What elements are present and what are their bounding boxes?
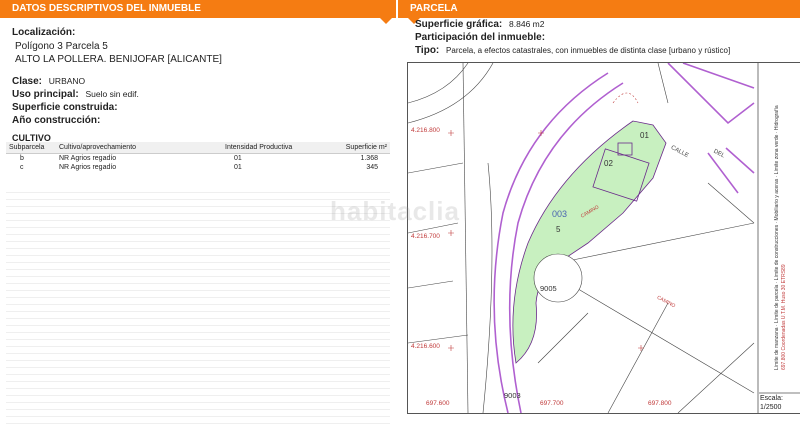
clase-value: URBANO bbox=[48, 76, 86, 86]
tipo-label: Tipo: bbox=[415, 45, 440, 56]
col-superficie: Superficie m² bbox=[328, 142, 390, 154]
coord-x1-label: 697.600 bbox=[426, 400, 450, 407]
uso-label: Uso principal: bbox=[12, 89, 79, 100]
coords-note: 697.800 Coordenadas U.T.M. Huso 30 ETRS8… bbox=[781, 264, 787, 370]
tipo-value: Parcela, a efectos catastrales, con inmu… bbox=[446, 46, 731, 55]
legend-item: Límite de construcciones bbox=[774, 224, 780, 281]
localizacion-label: Localización: bbox=[12, 27, 76, 38]
cell-superficie: 345 bbox=[366, 164, 378, 171]
cell-cultivo: NR Agrios regadío bbox=[59, 155, 117, 162]
parcel-003-label: 003 bbox=[552, 209, 568, 219]
parcel-9003-label: 9003 bbox=[504, 391, 521, 400]
map-legend: Límite de manzana · Límite de parcela · … bbox=[759, 63, 800, 393]
cell-intensidad: 01 bbox=[234, 164, 242, 171]
cadastral-map: 4.216.800 4.216.700 4.216.600 697.600 69… bbox=[407, 62, 800, 414]
parcela-header: PARCELA bbox=[398, 0, 800, 20]
sub-01-label: 01 bbox=[640, 131, 649, 140]
col-cultivo: Cultivo/aprovechamiento bbox=[56, 142, 222, 154]
tipo-row: Tipo: Parcela, a efectos catastrales, co… bbox=[415, 45, 730, 56]
participacion-label: Participación del inmueble: bbox=[415, 32, 546, 43]
table-row: b NR Agrios regadío 01 1.368 bbox=[6, 154, 390, 164]
col-intensidad: Intensidad Productiva bbox=[222, 142, 328, 154]
header-notch-icon bbox=[380, 18, 392, 24]
parcel-5-label: 5 bbox=[556, 225, 561, 234]
coord-x2-label: 697.700 bbox=[540, 400, 564, 407]
clase-row: Clase: URBANO bbox=[12, 76, 85, 87]
legend-item: Límite de manzana bbox=[774, 327, 780, 370]
legend-text: Límite de manzana · Límite de parcela · … bbox=[774, 105, 787, 370]
superficie-grafica-row: Superficie gráfica: 8.846 m2 bbox=[415, 19, 545, 30]
superficie-construida-label: Superficie construida: bbox=[12, 102, 118, 113]
sub-02-label: 02 bbox=[604, 159, 613, 168]
parcel-9005-label: 9005 bbox=[540, 284, 557, 293]
localizacion-line1: Polígono 3 Parcela 5 bbox=[15, 41, 108, 52]
localizacion-line2: ALTO LA POLLERA. BENIJOFAR [ALICANTE] bbox=[15, 54, 222, 65]
coord-x3-label: 697.800 bbox=[648, 400, 672, 407]
cell-intensidad: 01 bbox=[234, 155, 242, 162]
legend-item: Hidrografía bbox=[774, 105, 780, 131]
cultivo-table: Subparcela Cultivo/aprovechamiento Inten… bbox=[6, 142, 390, 172]
coord-y2-label: 4.216.700 bbox=[411, 233, 440, 240]
legend-item: Límite de parcela bbox=[774, 284, 780, 324]
scale-value: 1/2500 bbox=[760, 404, 782, 411]
coord-y3-label: 4.216.600 bbox=[411, 343, 440, 350]
table-header-row: Subparcela Cultivo/aprovechamiento Inten… bbox=[6, 142, 390, 154]
superficie-grafica-value: 8.846 m2 bbox=[509, 19, 545, 29]
cell-cultivo: NR Agrios regadío bbox=[59, 164, 117, 171]
table-row: c NR Agrios regadío 01 345 bbox=[6, 163, 390, 172]
coord-y1-label: 4.216.800 bbox=[411, 127, 440, 134]
cell-superficie: 1.368 bbox=[360, 155, 378, 162]
superficie-grafica-label: Superficie gráfica: bbox=[415, 19, 503, 30]
uso-value: Suelo sin edif. bbox=[85, 89, 139, 99]
legend-item: Límite zona verde bbox=[774, 134, 780, 175]
scale-label: Escala: bbox=[760, 395, 783, 402]
anio-construccion-label: Año construcción: bbox=[12, 115, 101, 126]
uso-row: Uso principal: Suelo sin edif. bbox=[12, 89, 139, 100]
cell-subparcela: b bbox=[20, 155, 24, 162]
watermark: habitaclia bbox=[330, 196, 460, 226]
clase-label: Clase: bbox=[12, 76, 43, 87]
legend-item: Mobiliario y aceras bbox=[774, 178, 780, 221]
cell-subparcela: c bbox=[20, 164, 24, 171]
col-subparcela: Subparcela bbox=[6, 142, 56, 154]
map-drawing bbox=[408, 63, 800, 413]
descriptive-data-header: DATOS DESCRIPTIVOS DEL INMUEBLE bbox=[0, 0, 396, 20]
